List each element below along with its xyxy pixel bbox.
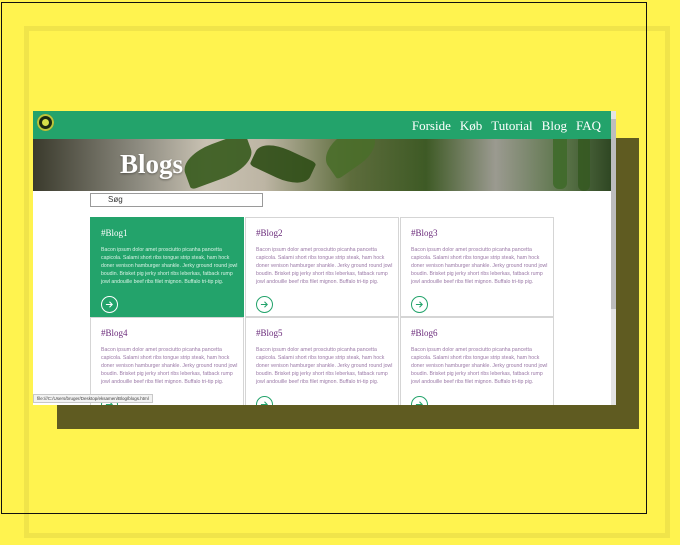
blog-card-title: #Blog1 [101,228,128,238]
search-input[interactable]: Søg [90,193,263,207]
arrow-right-circle-icon[interactable] [256,296,273,313]
hero-banner: Blogs [33,139,611,191]
navbar: Forside Køb Tutorial Blog FAQ [33,111,611,139]
plant-logo-icon[interactable] [37,114,54,131]
blog-card-text: Bacon ipsum dolor amet prosciutto picanh… [411,247,548,285]
blog-card[interactable]: #Blog4 Bacon ipsum dolor amet prosciutto… [90,317,244,405]
nav-link-koeb[interactable]: Køb [460,118,482,134]
search-placeholder: Søg [108,195,123,204]
nav-link-faq[interactable]: FAQ [576,118,601,134]
blog-card[interactable]: #Blog6 Bacon ipsum dolor amet prosciutto… [400,317,554,405]
leaf-shape [249,139,317,191]
blog-card-text: Bacon ipsum dolor amet prosciutto picanh… [101,347,238,385]
cactus-shape [578,139,590,191]
blog-card-text: Bacon ipsum dolor amet prosciutto picanh… [256,347,393,385]
arrow-right-circle-icon[interactable] [411,396,428,405]
blog-card[interactable]: #Blog1 Bacon ipsum dolor amet prosciutto… [90,217,244,317]
leaf-shape [178,139,258,190]
blog-card-title: #Blog2 [256,228,283,238]
browser-viewport: Forside Køb Tutorial Blog FAQ Blogs Søg … [33,111,616,405]
nav-link-blog[interactable]: Blog [542,118,567,134]
blog-card-title: #Blog6 [411,328,438,338]
status-bar-url: file:///C:/Users/bruger/Desktop/eksamen/… [33,394,153,403]
blog-card-text: Bacon ipsum dolor amet prosciutto picanh… [256,247,393,285]
blog-card[interactable]: #Blog5 Bacon ipsum dolor amet prosciutto… [245,317,399,405]
cactus-shape [553,139,567,189]
blog-card-title: #Blog5 [256,328,283,338]
scrollbar[interactable] [611,111,616,405]
blog-card-text: Bacon ipsum dolor amet prosciutto picanh… [101,247,238,285]
arrow-right-circle-icon[interactable] [411,296,428,313]
arrow-right-circle-icon[interactable] [101,296,118,313]
nav-links: Forside Køb Tutorial Blog FAQ [412,118,601,134]
blog-card-title: #Blog4 [101,328,128,338]
nav-link-forside[interactable]: Forside [412,118,451,134]
scrollbar-thumb[interactable] [611,119,616,309]
blog-card[interactable]: #Blog2 Bacon ipsum dolor amet prosciutto… [245,217,399,317]
nav-link-tutorial[interactable]: Tutorial [491,118,532,134]
blog-card[interactable]: #Blog3 Bacon ipsum dolor amet prosciutto… [400,217,554,317]
arrow-right-circle-icon[interactable] [256,396,273,405]
blog-card-title: #Blog3 [411,228,438,238]
leaf-shape [318,139,383,180]
page-title: Blogs [120,149,184,179]
blog-card-text: Bacon ipsum dolor amet prosciutto picanh… [411,347,548,385]
